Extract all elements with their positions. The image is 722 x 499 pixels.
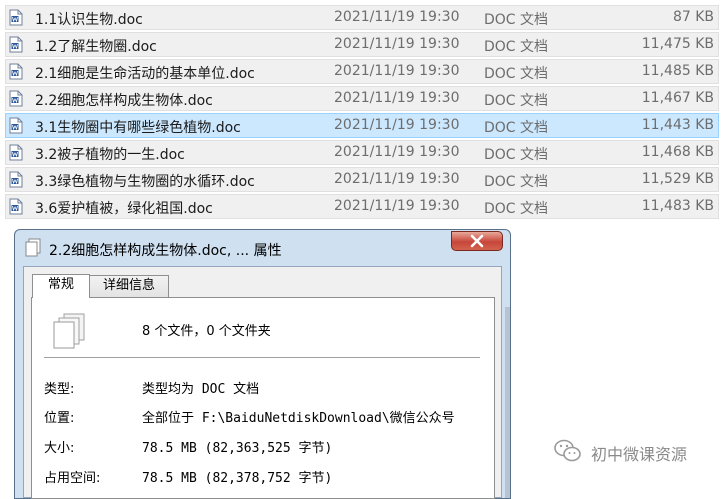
file-size: 11,467 KB <box>641 90 714 106</box>
file-name: 3.2被子植物的一生.doc <box>35 147 185 163</box>
multiple-files-icon <box>53 313 85 349</box>
word-document-icon <box>9 36 23 53</box>
file-date-modified: 2021/11/19 19:30 <box>334 171 460 187</box>
file-date-modified: 2021/11/19 19:30 <box>334 36 460 52</box>
file-type: DOC 文档 <box>484 39 549 55</box>
file-size: 87 KB <box>672 9 714 25</box>
word-document-icon <box>9 90 23 107</box>
file-name: 3.3绿色植物与生物圈的水循环.doc <box>35 174 255 190</box>
file-row[interactable]: 2.1细胞是生命活动的基本单位.doc 2021/11/19 19:30 DOC 文… <box>5 59 719 84</box>
file-name: 3.6爱护植被，绿化祖国.doc <box>35 201 213 217</box>
multiple-files-icon <box>25 238 41 257</box>
file-date-modified: 2021/11/19 19:30 <box>334 9 460 25</box>
file-date-modified: 2021/11/19 19:30 <box>334 117 460 133</box>
type-value: 类型均为 DOC 文档 <box>142 382 260 397</box>
close-icon <box>470 234 484 248</box>
file-type: DOC 文档 <box>484 93 549 109</box>
file-row[interactable]: 3.1生物圈中有哪些绿色植物.doc 2021/11/19 19:30 DOC 文档… <box>5 113 719 138</box>
file-name: 2.2细胞怎样构成生物体.doc <box>35 93 213 109</box>
tab-general[interactable]: 常规 <box>32 274 90 298</box>
dialog-content: 常规 详细信息 8 个文件，0 个文件夹 类型: 类型均为 DOC 文档 位置:… <box>23 266 502 499</box>
general-pane: 8 个文件，0 个文件夹 类型: 类型均为 DOC 文档 位置: 全部位于 F:… <box>31 297 495 499</box>
file-name: 1.2了解生物圈.doc <box>35 39 157 55</box>
file-row[interactable]: 1.1认识生物.doc 2021/11/19 19:30 DOC 文档 87 KB <box>5 5 719 30</box>
size-on-disk-label: 占用空间: <box>44 471 101 486</box>
dialog-title: 2.2细胞怎样构成生物体.doc, ... 属性 <box>49 243 282 259</box>
word-document-icon <box>9 171 23 188</box>
file-row[interactable]: 1.2了解生物圈.doc 2021/11/19 19:30 DOC 文档 11,475… <box>5 32 719 57</box>
file-size: 11,443 KB <box>641 117 714 133</box>
file-row[interactable]: 3.6爱护植被，绿化祖国.doc 2021/11/19 19:30 DOC 文档 11… <box>5 194 719 219</box>
divider <box>44 357 480 358</box>
word-document-icon <box>9 117 23 134</box>
watermark: 初中微课资源 <box>553 438 713 464</box>
location-label: 位置: <box>44 411 75 426</box>
file-name: 3.1生物圈中有哪些绿色植物.doc <box>35 120 241 136</box>
file-date-modified: 2021/11/19 19:30 <box>334 144 460 160</box>
properties-dialog: 2.2细胞怎样构成生物体.doc, ... 属性 常规 详细信息 8 个文件，0… <box>14 229 511 499</box>
file-date-modified: 2021/11/19 19:30 <box>334 90 460 106</box>
file-size: 11,529 KB <box>641 171 714 187</box>
word-document-icon <box>9 9 23 26</box>
size-value: 78.5 MB (82,363,525 字节) <box>142 441 333 456</box>
file-type: DOC 文档 <box>484 12 549 28</box>
file-size: 11,483 KB <box>641 198 714 214</box>
file-date-modified: 2021/11/19 19:30 <box>334 198 460 214</box>
wechat-icon <box>554 439 581 462</box>
file-size: 11,475 KB <box>641 36 714 52</box>
file-count-summary: 8 个文件，0 个文件夹 <box>142 324 271 339</box>
file-name: 2.1细胞是生命活动的基本单位.doc <box>35 66 255 82</box>
tab-details[interactable]: 详细信息 <box>89 275 169 297</box>
file-name: 1.1认识生物.doc <box>35 12 143 28</box>
file-row[interactable]: 3.3绿色植物与生物圈的水循环.doc 2021/11/19 19:30 DOC 文… <box>5 167 719 192</box>
word-document-icon <box>9 144 23 161</box>
size-label: 大小: <box>44 441 75 456</box>
file-type: DOC 文档 <box>484 201 549 217</box>
type-label: 类型: <box>44 382 75 397</box>
watermark-text: 初中微课资源 <box>591 445 688 464</box>
file-row[interactable]: 2.2细胞怎样构成生物体.doc 2021/11/19 19:30 DOC 文档 11… <box>5 86 719 111</box>
file-size: 11,485 KB <box>641 63 714 79</box>
size-on-disk-value: 78.5 MB (82,378,752 字节) <box>142 471 333 486</box>
file-row[interactable]: 3.2被子植物的一生.doc 2021/11/19 19:30 DOC 文档 11,4… <box>5 140 719 165</box>
window-edge <box>505 307 510 498</box>
file-size: 11,468 KB <box>641 144 714 160</box>
file-date-modified: 2021/11/19 19:30 <box>334 63 460 79</box>
word-document-icon <box>9 63 23 80</box>
file-type: DOC 文档 <box>484 66 549 82</box>
dialog-titlebar[interactable]: 2.2细胞怎样构成生物体.doc, ... 属性 <box>15 230 510 266</box>
word-document-icon <box>9 198 23 215</box>
location-value: 全部位于 F:\BaiduNetdiskDownload\微信公众号 <box>142 411 455 426</box>
file-type: DOC 文档 <box>484 174 549 190</box>
file-type: DOC 文档 <box>484 147 549 163</box>
close-button[interactable] <box>451 231 503 251</box>
file-type: DOC 文档 <box>484 120 549 136</box>
